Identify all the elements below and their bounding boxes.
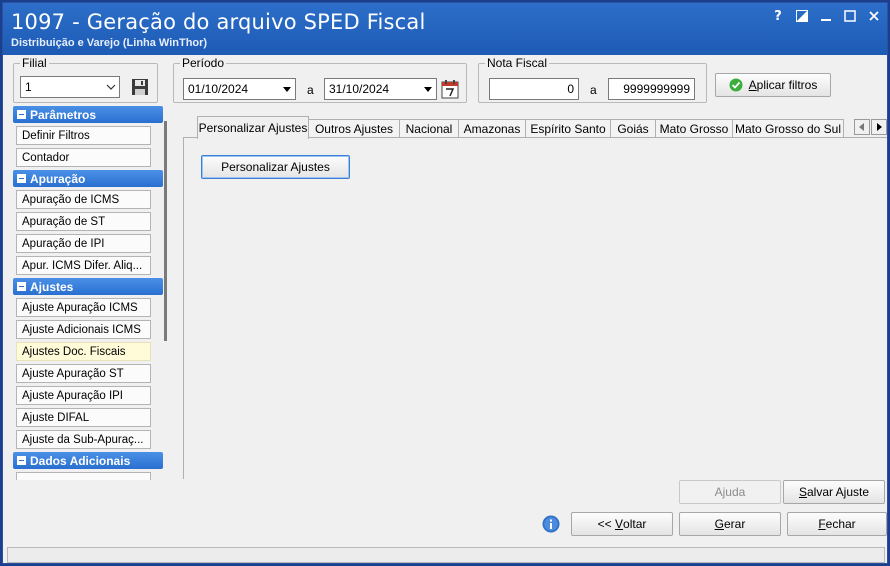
sidebar-item-contador[interactable]: Contador: [16, 148, 151, 167]
generate-label: erar: [724, 517, 746, 531]
window-subtitle: Distribuição e Varejo (Linha WinThor): [11, 37, 208, 49]
sidebar-item-ajuste-sub-apuracao[interactable]: Ajuste da Sub-Apuraç...: [16, 430, 151, 449]
sidebar-item-apuracao-st[interactable]: Apuração de ST: [16, 212, 151, 231]
save-label: alvar Ajuste: [806, 485, 870, 499]
sidebar-item-apuracao-ipi[interactable]: Apuração de IPI: [16, 234, 151, 253]
section-title: Apuração: [30, 171, 86, 186]
tab-outros-ajustes[interactable]: Outros Ajustes: [308, 119, 400, 138]
section-title: Dados Adicionais: [30, 453, 131, 468]
help-action-button[interactable]: Ajuda: [679, 480, 781, 504]
collapse-icon[interactable]: [17, 110, 26, 119]
filial-group: Filial 1: [13, 56, 158, 103]
generate-accesskey: G: [714, 517, 724, 531]
periodo-start-field[interactable]: 01/10/2024: [183, 78, 296, 100]
filial-legend: Filial: [20, 56, 49, 70]
tab-strip: Personalizar Ajustes Outros Ajustes Naci…: [183, 116, 887, 139]
collapse-icon[interactable]: [17, 174, 26, 183]
apply-filters-button[interactable]: Aplicar filtros: [715, 73, 831, 97]
sidebar-item-ajuste-apuracao-ipi[interactable]: Ajuste Apuração IPI: [16, 386, 151, 405]
periodo-legend: Período: [180, 56, 227, 70]
save-adjustment-button[interactable]: Salvar Ajuste: [783, 480, 885, 504]
nota-fiscal-end-field[interactable]: 9999999999: [608, 78, 695, 100]
sidebar-item-apur-icms-difer[interactable]: Apur. ICMS Difer. Aliq...: [16, 256, 151, 275]
sidebar-section-apuracao[interactable]: Apuração: [13, 170, 163, 187]
periodo-separator: a: [307, 83, 314, 97]
tab-espirito-santo[interactable]: Espírito Santo: [525, 119, 611, 138]
section-title: Parâmetros: [30, 107, 97, 122]
collapse-icon[interactable]: [17, 456, 26, 465]
generate-button[interactable]: Gerar: [679, 512, 781, 536]
nota-fiscal-start-value: 0: [567, 82, 574, 96]
save-icon[interactable]: [131, 78, 149, 96]
main-window: 1097 - Geração do arquivo SPED Fiscal Di…: [2, 2, 888, 564]
tab-panel-personalizar-ajustes: Personalizar Ajustes: [183, 137, 887, 479]
window-controls: ?: [771, 9, 881, 24]
tab-personalizar-ajustes[interactable]: Personalizar Ajustes: [197, 116, 309, 139]
sidebar: Parâmetros Definir Filtros Contador Apur…: [13, 106, 163, 480]
close-icon[interactable]: [867, 9, 881, 23]
restore-layout-icon[interactable]: [795, 9, 809, 23]
filial-combo[interactable]: 1: [20, 76, 120, 98]
tab-scroll-left-icon[interactable]: [854, 119, 870, 135]
back-label: oltar: [623, 517, 647, 531]
tab-mato-grosso[interactable]: Mato Grosso: [655, 119, 733, 138]
tab-amazonas[interactable]: Amazonas: [458, 119, 526, 138]
sidebar-item-ajuste-apuracao-st[interactable]: Ajuste Apuração ST: [16, 364, 151, 383]
periodo-group: Período 01/10/2024 a 31/10/2024: [173, 56, 467, 103]
close-button[interactable]: Fechar: [787, 512, 887, 536]
periodo-start-value: 01/10/2024: [188, 82, 249, 96]
nota-fiscal-group: Nota Fiscal 0 a 9999999999: [478, 56, 707, 103]
sidebar-item-partial[interactable]: [16, 472, 151, 480]
sidebar-item-ajuste-difal[interactable]: Ajuste DIFAL: [16, 408, 151, 427]
personalizar-ajustes-button[interactable]: Personalizar Ajustes: [201, 155, 350, 179]
back-prefix: <<: [597, 517, 615, 531]
tab-nacional[interactable]: Nacional: [399, 119, 459, 138]
collapse-icon[interactable]: [17, 282, 26, 291]
apply-filters-accesskey: A: [748, 78, 757, 92]
apply-filters-label: plicar filtros: [756, 78, 818, 92]
status-bar: [7, 547, 885, 563]
periodo-end-field[interactable]: 31/10/2024: [324, 78, 437, 100]
window-title: 1097 - Geração do arquivo SPED Fiscal: [11, 10, 426, 34]
dropdown-arrow-icon[interactable]: [419, 79, 436, 99]
minimize-icon[interactable]: [819, 9, 833, 23]
sidebar-item-ajuste-adicionais-icms[interactable]: Ajuste Adicionais ICMS: [16, 320, 151, 339]
sidebar-section-ajustes[interactable]: Ajustes: [13, 278, 163, 295]
back-accesskey: V: [615, 517, 624, 531]
sidebar-item-ajustes-doc-fiscais[interactable]: Ajustes Doc. Fiscais: [16, 342, 151, 361]
nota-fiscal-end-value: 9999999999: [623, 82, 690, 96]
close-label: echar: [825, 517, 856, 531]
nota-fiscal-start-field[interactable]: 0: [489, 78, 579, 100]
sidebar-item-apuracao-icms[interactable]: Apuração de ICMS: [16, 190, 151, 209]
sidebar-section-dados-adicionais[interactable]: Dados Adicionais: [13, 452, 163, 469]
filial-value: 1: [25, 80, 32, 94]
section-title: Ajustes: [30, 279, 74, 294]
sidebar-section-parametros[interactable]: Parâmetros: [13, 106, 163, 123]
tab-goias[interactable]: Goiás: [610, 119, 656, 138]
maximize-icon[interactable]: [843, 9, 857, 23]
sidebar-item-definir-filtros[interactable]: Definir Filtros: [16, 126, 151, 145]
nota-fiscal-legend: Nota Fiscal: [485, 56, 550, 70]
calendar-icon[interactable]: [441, 79, 459, 99]
check-circle-icon: [729, 78, 743, 92]
sidebar-scrollbar[interactable]: [164, 121, 167, 341]
help-button[interactable]: ?: [771, 9, 785, 24]
save-accesskey: S: [798, 485, 807, 499]
tab-mato-grosso-do-sul[interactable]: Mato Grosso do Sul: [732, 119, 844, 138]
tab-scroll-right-icon[interactable]: [871, 119, 887, 135]
info-icon[interactable]: [542, 515, 560, 533]
back-button[interactable]: << Voltar: [571, 512, 673, 536]
periodo-end-value: 31/10/2024: [329, 82, 390, 96]
close-accesskey: F: [818, 517, 826, 531]
chevron-down-icon[interactable]: [102, 77, 119, 97]
dropdown-arrow-icon[interactable]: [278, 79, 295, 99]
sidebar-item-ajuste-apuracao-icms[interactable]: Ajuste Apuração ICMS: [16, 298, 151, 317]
nota-fiscal-separator: a: [590, 83, 597, 97]
title-bar: 1097 - Geração do arquivo SPED Fiscal Di…: [3, 3, 887, 55]
